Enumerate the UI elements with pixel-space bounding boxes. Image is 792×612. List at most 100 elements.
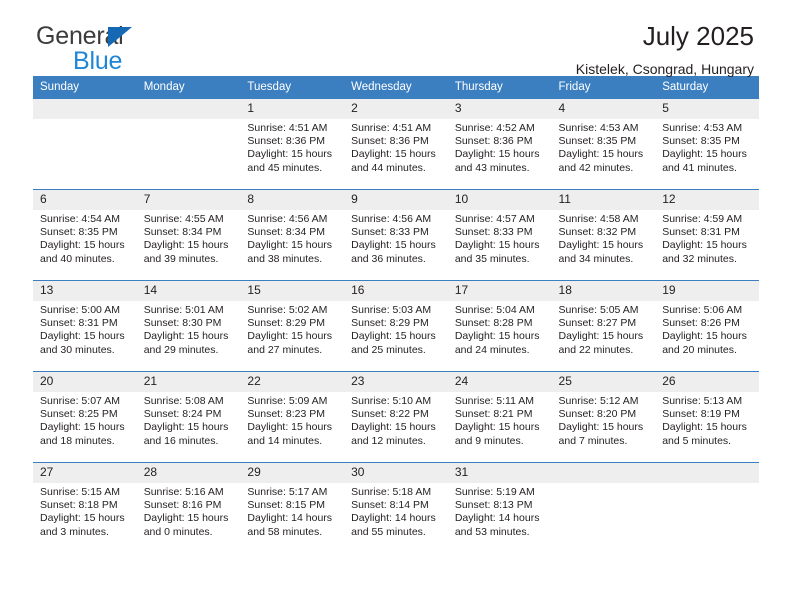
daylight-text: Daylight: 15 hours and 38 minutes. xyxy=(247,239,333,265)
calendar-body: 1 Sunrise: 4:51 AM Sunset: 8:36 PM Daylight… xyxy=(33,98,759,553)
day-info: Sunrise: 4:59 AM Sunset: 8:31 PM Daylight:… xyxy=(655,210,759,266)
daylight-text: Daylight: 15 hours and 43 minutes. xyxy=(454,148,540,174)
sunrise-text: Sunrise: 4:55 AM xyxy=(143,213,224,225)
day-cell-inner: 27 Sunrise: 5:15 AM Sunset: 8:18 PM Dayligh… xyxy=(33,463,137,553)
general-blue-logo[interactable]: General Blue xyxy=(36,24,256,78)
calendar-day-cell[interactable]: 14 Sunrise: 5:01 AM Sunset: 8:30 PM Dayligh… xyxy=(136,280,241,372)
day-number: 5 xyxy=(655,99,759,119)
sunset-text: Sunset: 8:15 PM xyxy=(247,499,326,512)
day-cell-inner: 15 Sunrise: 5:02 AM Sunset: 8:29 PM Dayligh… xyxy=(240,281,345,371)
daylight-text: Daylight: 15 hours and 39 minutes. xyxy=(143,239,229,265)
sunrise-text: Sunrise: 5:07 AM xyxy=(40,395,120,407)
sunrise-text: Sunrise: 4:52 AM xyxy=(454,122,535,134)
sunset-text: Sunset: 8:22 PM xyxy=(351,408,429,421)
calendar-day-cell[interactable]: 18 Sunrise: 5:05 AM Sunset: 8:27 PM Dayligh… xyxy=(551,280,656,372)
calendar-day-cell[interactable]: 31 Sunrise: 5:19 AM Sunset: 8:13 PM Dayligh… xyxy=(447,462,552,553)
day-info: Sunrise: 4:51 AM Sunset: 8:36 PM Daylight:… xyxy=(344,119,448,175)
sunrise-text: Sunrise: 5:09 AM xyxy=(247,395,328,407)
calendar-day-cell[interactable]: 27 Sunrise: 5:15 AM Sunset: 8:18 PM Dayligh… xyxy=(33,462,137,553)
calendar-day-cell[interactable]: 26 Sunrise: 5:13 AM Sunset: 8:19 PM Dayligh… xyxy=(655,371,759,463)
day-cell-inner: 12 Sunrise: 4:59 AM Sunset: 8:31 PM Dayligh… xyxy=(655,190,759,280)
sunset-text: Sunset: 8:34 PM xyxy=(143,226,222,239)
daylight-text: Daylight: 14 hours and 53 minutes. xyxy=(454,512,540,538)
calendar-day-cell[interactable]: 22 Sunrise: 5:09 AM Sunset: 8:23 PM Dayligh… xyxy=(240,371,345,463)
calendar-day-cell[interactable]: 13 Sunrise: 5:00 AM Sunset: 8:31 PM Dayligh… xyxy=(33,280,137,372)
day-cell-inner: 28 Sunrise: 5:16 AM Sunset: 8:16 PM Dayligh… xyxy=(136,463,241,553)
daylight-text: Daylight: 15 hours and 44 minutes. xyxy=(351,148,436,174)
calendar-week-row: 27 Sunrise: 5:15 AM Sunset: 8:18 PM Dayligh… xyxy=(33,462,759,553)
daylight-text: Daylight: 15 hours and 24 minutes. xyxy=(454,330,540,356)
sunset-text: Sunset: 8:27 PM xyxy=(558,317,637,330)
day-info: Sunrise: 4:53 AM Sunset: 8:35 PM Daylight:… xyxy=(655,119,759,175)
day-number: 2 xyxy=(344,99,448,119)
calendar-day-cell[interactable]: 23 Sunrise: 5:10 AM Sunset: 8:22 PM Dayligh… xyxy=(344,371,448,463)
calendar-day-cell[interactable]: 16 Sunrise: 5:03 AM Sunset: 8:29 PM Dayligh… xyxy=(344,280,448,372)
calendar-day-cell[interactable]: 29 Sunrise: 5:17 AM Sunset: 8:15 PM Dayligh… xyxy=(240,462,345,553)
logo-word-blue: Blue xyxy=(73,47,123,75)
calendar-day-cell[interactable]: 24 Sunrise: 5:11 AM Sunset: 8:21 PM Dayligh… xyxy=(447,371,552,463)
day-number: 21 xyxy=(136,372,241,392)
day-cell-inner: 21 Sunrise: 5:08 AM Sunset: 8:24 PM Dayligh… xyxy=(136,372,241,462)
daylight-text: Daylight: 15 hours and 32 minutes. xyxy=(662,239,747,265)
calendar-day-cell[interactable]: 2 Sunrise: 4:51 AM Sunset: 8:36 PM Daylight… xyxy=(344,98,448,190)
daylight-text: Daylight: 15 hours and 0 minutes. xyxy=(143,512,229,538)
day-number xyxy=(551,463,656,483)
day-cell-inner xyxy=(33,99,137,189)
day-cell-inner: 4 Sunrise: 4:53 AM Sunset: 8:35 PM Daylight… xyxy=(551,99,656,189)
day-info: Sunrise: 5:00 AM Sunset: 8:31 PM Daylight:… xyxy=(33,301,137,357)
triangle-icon xyxy=(108,27,132,47)
sunset-text: Sunset: 8:13 PM xyxy=(454,499,533,512)
calendar-day-cell[interactable]: 9 Sunrise: 4:56 AM Sunset: 8:33 PM Daylight… xyxy=(344,189,448,281)
day-number xyxy=(136,99,241,119)
calendar-day-cell[interactable]: 30 Sunrise: 5:18 AM Sunset: 8:14 PM Dayligh… xyxy=(344,462,448,553)
calendar-day-cell[interactable]: 6 Sunrise: 4:54 AM Sunset: 8:35 PM Daylight… xyxy=(33,189,137,281)
calendar-day-cell[interactable]: 5 Sunrise: 4:53 AM Sunset: 8:35 PM Daylight… xyxy=(655,98,759,190)
calendar-day-cell[interactable]: 11 Sunrise: 4:58 AM Sunset: 8:32 PM Dayligh… xyxy=(551,189,656,281)
calendar-day-cell[interactable]: 10 Sunrise: 4:57 AM Sunset: 8:33 PM Dayligh… xyxy=(447,189,552,281)
sunset-text: Sunset: 8:35 PM xyxy=(662,135,740,148)
day-info: Sunrise: 5:16 AM Sunset: 8:16 PM Daylight:… xyxy=(137,483,241,539)
calendar-day-cell-empty xyxy=(136,98,241,190)
day-info: Sunrise: 4:58 AM Sunset: 8:32 PM Daylight:… xyxy=(552,210,656,266)
sunset-text: Sunset: 8:36 PM xyxy=(454,135,533,148)
daylight-text: Daylight: 15 hours and 27 minutes. xyxy=(247,330,333,356)
day-info: Sunrise: 5:03 AM Sunset: 8:29 PM Daylight:… xyxy=(344,301,448,357)
sunrise-text: Sunrise: 4:53 AM xyxy=(558,122,639,134)
daylight-text: Daylight: 15 hours and 34 minutes. xyxy=(558,239,644,265)
calendar-week-row: 6 Sunrise: 4:54 AM Sunset: 8:35 PM Daylight… xyxy=(33,189,759,281)
day-cell-inner: 3 Sunrise: 4:52 AM Sunset: 8:36 PM Daylight… xyxy=(447,99,552,189)
calendar-week-row: 20 Sunrise: 5:07 AM Sunset: 8:25 PM Dayligh… xyxy=(33,371,759,463)
day-info: Sunrise: 5:02 AM Sunset: 8:29 PM Daylight:… xyxy=(240,301,344,357)
day-cell-inner: 26 Sunrise: 5:13 AM Sunset: 8:19 PM Dayligh… xyxy=(655,372,759,462)
day-info: Sunrise: 4:52 AM Sunset: 8:36 PM Daylight:… xyxy=(448,119,552,175)
calendar-day-cell[interactable]: 1 Sunrise: 4:51 AM Sunset: 8:36 PM Daylight… xyxy=(240,98,345,190)
calendar-day-cell[interactable]: 20 Sunrise: 5:07 AM Sunset: 8:25 PM Dayligh… xyxy=(33,371,137,463)
calendar-day-cell[interactable]: 12 Sunrise: 4:59 AM Sunset: 8:31 PM Dayligh… xyxy=(655,189,759,281)
day-info: Sunrise: 5:15 AM Sunset: 8:18 PM Daylight:… xyxy=(33,483,137,539)
day-cell-inner: 17 Sunrise: 5:04 AM Sunset: 8:28 PM Dayligh… xyxy=(447,281,552,371)
daylight-text: Daylight: 15 hours and 35 minutes. xyxy=(454,239,540,265)
calendar-day-cell[interactable]: 7 Sunrise: 4:55 AM Sunset: 8:34 PM Daylight… xyxy=(136,189,241,281)
day-cell-inner: 29 Sunrise: 5:17 AM Sunset: 8:15 PM Dayligh… xyxy=(240,463,345,553)
calendar-day-cell[interactable]: 8 Sunrise: 4:56 AM Sunset: 8:34 PM Daylight… xyxy=(240,189,345,281)
calendar-day-cell[interactable]: 15 Sunrise: 5:02 AM Sunset: 8:29 PM Dayligh… xyxy=(240,280,345,372)
day-cell-inner: 13 Sunrise: 5:00 AM Sunset: 8:31 PM Dayligh… xyxy=(33,281,137,371)
sunset-text: Sunset: 8:34 PM xyxy=(247,226,326,239)
day-number: 6 xyxy=(33,190,137,210)
calendar-day-cell[interactable]: 21 Sunrise: 5:08 AM Sunset: 8:24 PM Dayligh… xyxy=(136,371,241,463)
day-cell-inner: 25 Sunrise: 5:12 AM Sunset: 8:20 PM Dayligh… xyxy=(551,372,656,462)
calendar-day-cell[interactable]: 4 Sunrise: 4:53 AM Sunset: 8:35 PM Daylight… xyxy=(551,98,656,190)
sunrise-text: Sunrise: 4:58 AM xyxy=(558,213,639,225)
calendar-day-cell[interactable]: 3 Sunrise: 4:52 AM Sunset: 8:36 PM Daylight… xyxy=(447,98,552,190)
sunrise-text: Sunrise: 5:03 AM xyxy=(351,304,432,316)
calendar-day-cell[interactable]: 19 Sunrise: 5:06 AM Sunset: 8:26 PM Dayligh… xyxy=(655,280,759,372)
day-number: 7 xyxy=(136,190,241,210)
day-cell-inner: 31 Sunrise: 5:19 AM Sunset: 8:13 PM Dayligh… xyxy=(447,463,552,553)
day-info: Sunrise: 5:17 AM Sunset: 8:15 PM Daylight:… xyxy=(240,483,344,539)
weekday-header-row: Sunday Monday Tuesday Wednesday Thursday… xyxy=(33,76,759,99)
calendar-day-cell[interactable]: 25 Sunrise: 5:12 AM Sunset: 8:20 PM Dayligh… xyxy=(551,371,656,463)
sunset-text: Sunset: 8:33 PM xyxy=(454,226,533,239)
calendar-day-cell[interactable]: 28 Sunrise: 5:16 AM Sunset: 8:16 PM Dayligh… xyxy=(136,462,241,553)
weekday-header-monday: Monday xyxy=(136,76,241,99)
calendar-day-cell[interactable]: 17 Sunrise: 5:04 AM Sunset: 8:28 PM Dayligh… xyxy=(447,280,552,372)
